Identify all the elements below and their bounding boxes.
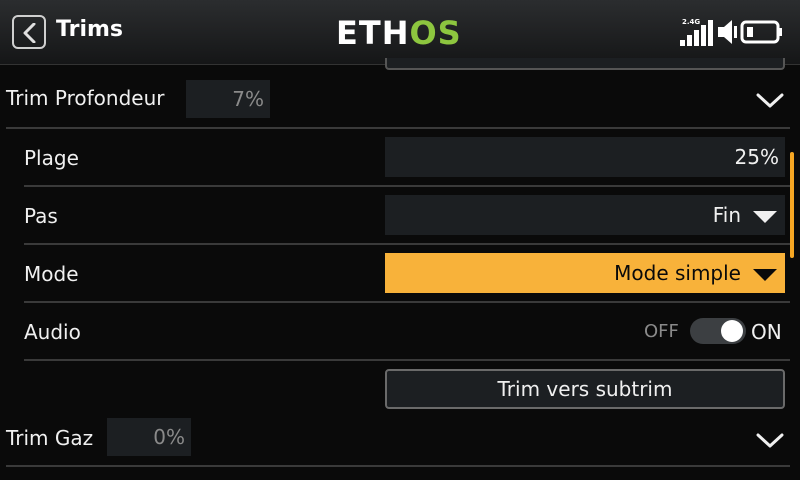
battery-icon bbox=[740, 20, 782, 44]
logo-text-green: OS bbox=[409, 14, 462, 52]
setting-row-range: Plage 25% bbox=[0, 128, 790, 186]
header-bar: Trims ETHOS 2.4G bbox=[0, 0, 800, 65]
toggle-knob bbox=[721, 320, 743, 342]
scrollbar[interactable] bbox=[790, 152, 794, 258]
range-field[interactable]: 25% bbox=[385, 137, 785, 177]
dropdown-arrow-icon bbox=[753, 210, 777, 223]
dropdown-arrow-icon bbox=[753, 268, 777, 281]
ethos-logo: ETHOS bbox=[336, 14, 462, 52]
trims-list: Trim Profondeur 7% Plage 25% Pas Fin Mod… bbox=[0, 58, 800, 480]
back-button[interactable] bbox=[12, 15, 46, 49]
setting-row-step: Pas Fin bbox=[0, 186, 790, 244]
audio-off-label: OFF bbox=[644, 321, 679, 342]
mode-label: Mode bbox=[24, 262, 79, 286]
range-label: Plage bbox=[24, 146, 79, 170]
step-label: Pas bbox=[24, 204, 58, 228]
screen: Trims ETHOS 2.4G Trim Profondeur 7% Plag… bbox=[0, 0, 800, 480]
signal-bars-icon: 2.4G bbox=[680, 18, 713, 46]
trim-label: Trim Profondeur bbox=[6, 86, 165, 110]
setting-row-audio: Audio OFF ON bbox=[0, 302, 790, 360]
previous-button-edge bbox=[385, 58, 785, 70]
trim-value: 7% bbox=[186, 80, 270, 118]
audio-toggle[interactable] bbox=[690, 318, 746, 344]
speaker-icon bbox=[718, 20, 737, 44]
trim-row-profondeur[interactable]: Trim Profondeur 7% bbox=[0, 70, 790, 128]
page-title: Trims bbox=[56, 17, 123, 42]
trim-value: 0% bbox=[107, 418, 191, 456]
setting-row-mode: Mode Mode simple bbox=[0, 244, 790, 302]
divider bbox=[6, 465, 790, 467]
mode-dropdown[interactable]: Mode simple bbox=[385, 253, 785, 293]
step-value: Fin bbox=[712, 203, 741, 227]
trim-label: Trim Gaz bbox=[6, 426, 94, 450]
audio-label: Audio bbox=[24, 320, 81, 344]
status-area: 2.4G bbox=[680, 16, 786, 48]
trim-row-gaz[interactable]: Trim Gaz 0% bbox=[0, 408, 790, 466]
chevron-down-icon bbox=[756, 93, 784, 108]
logo-text-white: ETH bbox=[336, 14, 410, 52]
chevron-down-icon bbox=[756, 433, 784, 448]
trim-to-subtrim-button[interactable]: Trim vers subtrim bbox=[385, 369, 785, 409]
audio-on-label: ON bbox=[751, 320, 782, 344]
divider bbox=[24, 359, 790, 361]
mode-value: Mode simple bbox=[614, 261, 741, 285]
radio-band-label: 2.4G bbox=[682, 18, 700, 26]
step-dropdown[interactable]: Fin bbox=[385, 195, 785, 235]
